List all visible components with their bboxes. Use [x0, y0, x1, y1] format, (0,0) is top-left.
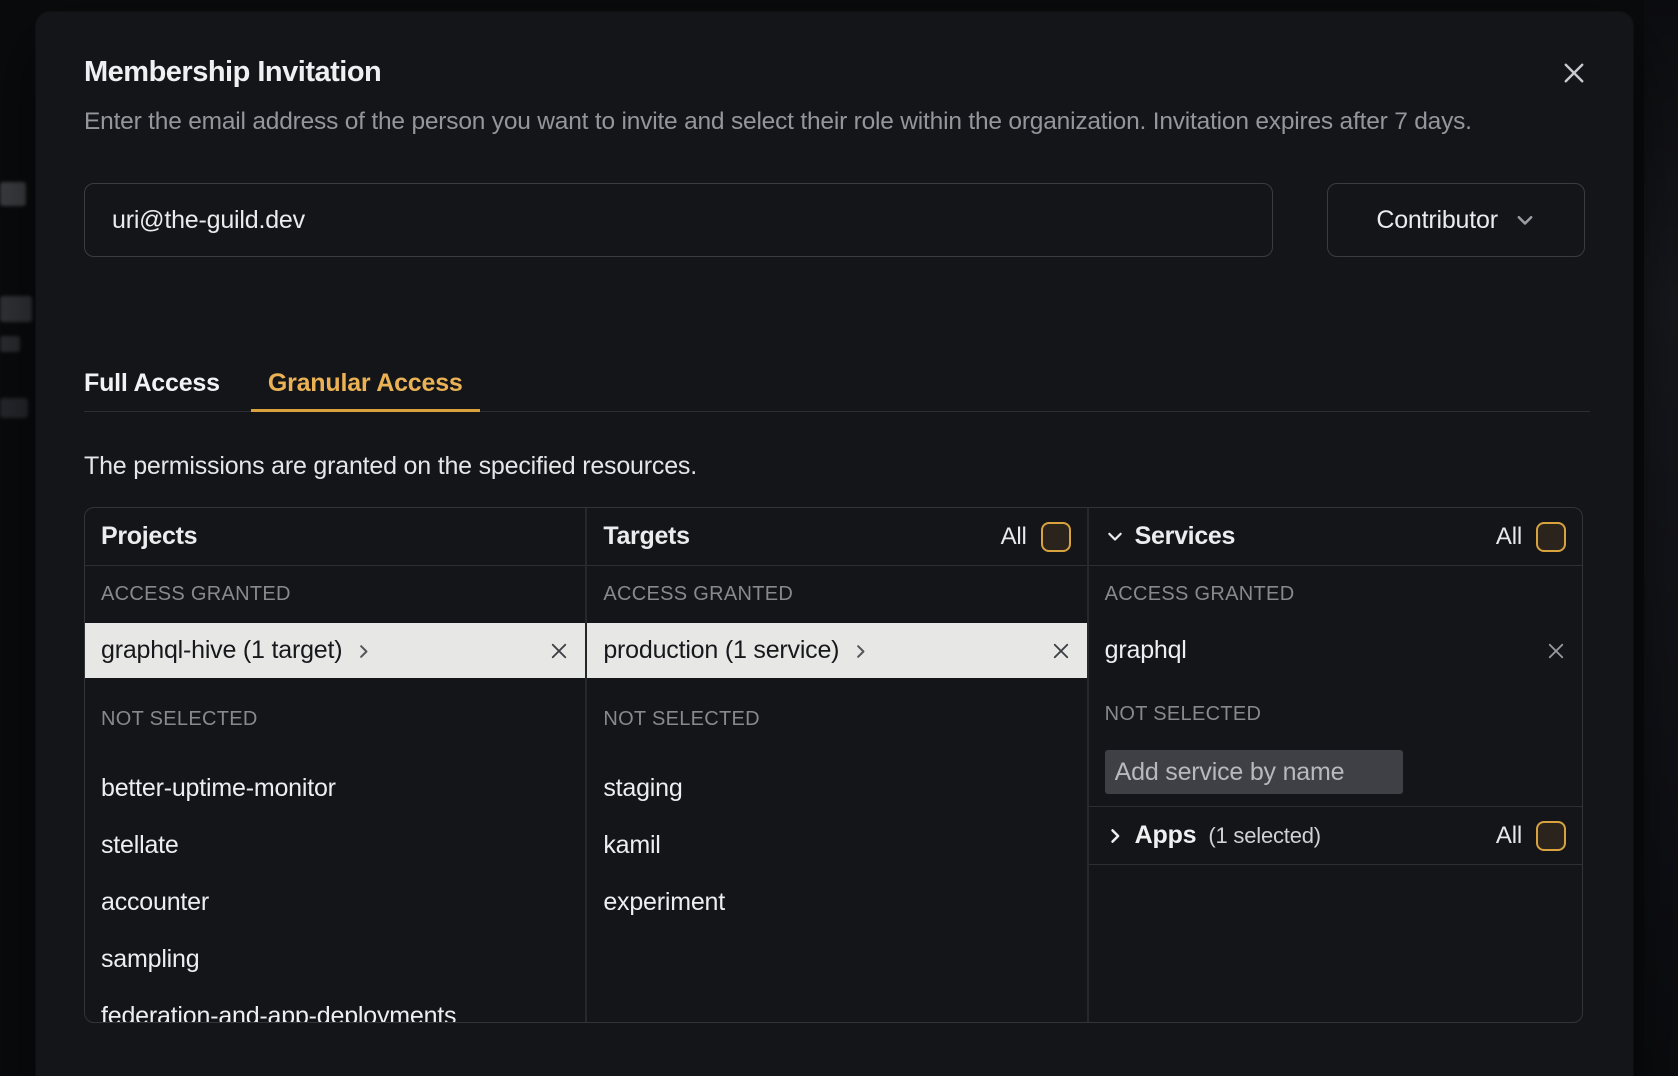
selected-project-row[interactable]: graphql-hive (1 target): [85, 623, 585, 678]
targets-column: Targets All ACCESS GRANTED production (1…: [585, 508, 1086, 1023]
permissions-note: The permissions are granted on the speci…: [84, 452, 1585, 481]
close-button[interactable]: [1557, 56, 1591, 90]
target-list-item[interactable]: kamil: [587, 817, 1086, 874]
project-list-item[interactable]: stellate: [85, 817, 585, 874]
target-list-item[interactable]: experiment: [587, 874, 1086, 931]
targets-all-checkbox[interactable]: [1041, 522, 1071, 552]
background-edge: [1644, 0, 1678, 1076]
apps-count: (1 selected): [1208, 823, 1321, 849]
background-page-remnant: [0, 182, 26, 206]
services-not-selected-label: NOT SELECTED: [1089, 678, 1582, 750]
chevron-right-icon: [851, 642, 870, 661]
services-header: Services All: [1089, 508, 1582, 566]
membership-invitation-modal: Membership Invitation Enter the email ad…: [36, 12, 1633, 1076]
targets-header-label: Targets: [603, 522, 689, 551]
remove-project-button[interactable]: [549, 641, 569, 661]
granted-service-row[interactable]: graphql: [1089, 623, 1582, 678]
apps-row[interactable]: Apps (1 selected) All: [1089, 806, 1582, 865]
modal-title: Membership Invitation: [84, 56, 1585, 89]
email-input[interactable]: [84, 183, 1273, 257]
add-service-input[interactable]: [1105, 750, 1403, 794]
project-list-item[interactable]: sampling: [85, 931, 585, 988]
granted-service-label: graphql: [1105, 636, 1187, 665]
modal-description: Enter the email address of the person yo…: [84, 103, 1590, 141]
background-page-remnant: [0, 296, 32, 322]
selected-target-label: production (1 service): [603, 636, 839, 665]
background-page-remnant: [0, 398, 28, 418]
project-list-item[interactable]: federation-and-app-deployments: [85, 988, 585, 1023]
projects-access-granted-label: ACCESS GRANTED: [85, 566, 585, 623]
background-page-remnant: [0, 336, 20, 352]
apps-chevron-right-icon[interactable]: [1105, 826, 1125, 846]
role-select-value: Contributor: [1376, 206, 1497, 235]
services-collapse-chevron-down-icon[interactable]: [1105, 527, 1125, 547]
remove-service-button[interactable]: [1546, 641, 1566, 661]
targets-not-selected-label: NOT SELECTED: [587, 678, 1086, 760]
tab-granular-access[interactable]: Granular Access: [251, 355, 480, 411]
services-column: Services All ACCESS GRANTED graphql NOT …: [1087, 508, 1582, 1023]
services-access-granted-label: ACCESS GRANTED: [1089, 566, 1582, 623]
remove-target-button[interactable]: [1051, 641, 1071, 661]
invite-row: Contributor: [84, 183, 1585, 257]
selected-target-row[interactable]: production (1 service): [587, 623, 1086, 678]
projects-not-selected-label: NOT SELECTED: [85, 678, 585, 760]
target-list-item[interactable]: staging: [587, 760, 1086, 817]
projects-header-label: Projects: [101, 522, 197, 551]
tab-label: Granular Access: [268, 369, 463, 398]
role-select[interactable]: Contributor: [1327, 183, 1585, 257]
access-tabs: Full Access Granular Access: [84, 355, 1590, 412]
targets-header: Targets All: [587, 508, 1086, 566]
projects-column: Projects ACCESS GRANTED graphql-hive (1 …: [85, 508, 585, 1023]
projects-list: better-uptime-monitorstellateaccountersa…: [85, 760, 585, 1023]
resource-table: Projects ACCESS GRANTED graphql-hive (1 …: [84, 507, 1583, 1023]
tab-label: Full Access: [84, 369, 220, 398]
selected-project-label: graphql-hive (1 target): [101, 636, 342, 665]
projects-header: Projects: [85, 508, 585, 566]
apps-label: Apps: [1135, 821, 1197, 850]
chevron-down-icon: [1514, 209, 1536, 231]
services-header-label: Services: [1135, 522, 1235, 551]
apps-all-label: All: [1496, 822, 1522, 850]
targets-access-granted-label: ACCESS GRANTED: [587, 566, 1086, 623]
project-list-item[interactable]: better-uptime-monitor: [85, 760, 585, 817]
targets-all-label: All: [1001, 523, 1027, 551]
services-all-label: All: [1496, 523, 1522, 551]
targets-list: stagingkamilexperiment: [587, 760, 1086, 931]
chevron-right-icon: [354, 642, 373, 661]
services-all-checkbox[interactable]: [1536, 522, 1566, 552]
tab-full-access[interactable]: Full Access: [84, 355, 237, 411]
apps-all-checkbox[interactable]: [1536, 821, 1566, 851]
project-list-item[interactable]: accounter: [85, 874, 585, 931]
close-icon: [1562, 61, 1586, 85]
